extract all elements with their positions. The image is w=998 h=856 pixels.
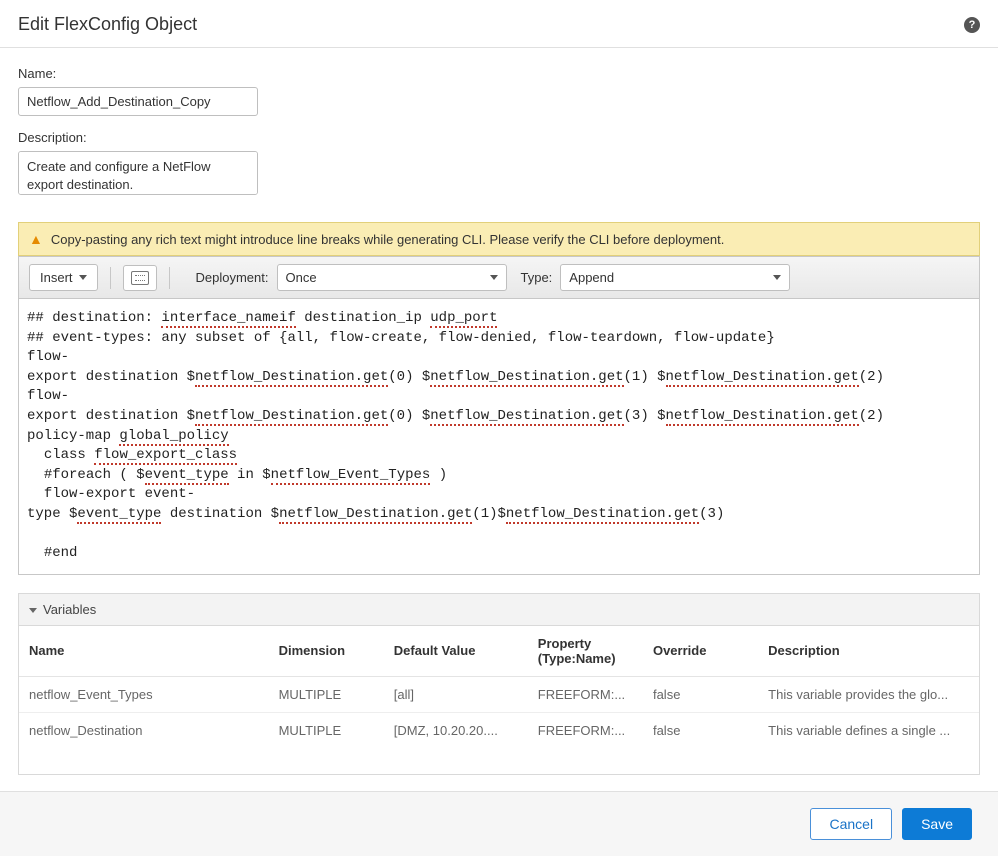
- warning-icon: ▲: [29, 231, 43, 247]
- cancel-button[interactable]: Cancel: [810, 808, 892, 840]
- save-button[interactable]: Save: [902, 808, 972, 840]
- modal-header: Edit FlexConfig Object ?: [0, 0, 998, 48]
- variables-label: Variables: [43, 602, 96, 617]
- warning-text: Copy-pasting any rich text might introdu…: [51, 232, 724, 247]
- editor: Insert Deployment: Once Type: Append ## …: [18, 256, 980, 575]
- modal-footer: Cancel Save: [0, 791, 998, 856]
- col-override[interactable]: Override: [643, 626, 758, 677]
- table-row[interactable]: netflow_Event_Types MULTIPLE [all] FREEF…: [19, 676, 979, 712]
- table-row[interactable]: netflow_Destination MULTIPLE [DMZ, 10.20…: [19, 712, 979, 748]
- variables-toggle[interactable]: Variables: [19, 594, 979, 626]
- warning-bar: ▲ Copy-pasting any rich text might intro…: [18, 222, 980, 256]
- col-name[interactable]: Name: [19, 626, 269, 677]
- variables-section: Variables Name Dimension Default Value P…: [18, 593, 980, 775]
- modal-body: Name: Description: Create and configure …: [0, 48, 998, 222]
- keyboard-button[interactable]: [123, 265, 157, 291]
- separator: [169, 267, 170, 289]
- type-value: Append: [569, 270, 614, 285]
- description-input[interactable]: Create and configure a NetFlow export de…: [18, 151, 258, 195]
- chevron-down-icon: [79, 275, 87, 280]
- type-label: Type:: [521, 270, 553, 285]
- deployment-select[interactable]: Once: [277, 264, 507, 291]
- keyboard-icon: [131, 271, 149, 285]
- col-dimension[interactable]: Dimension: [269, 626, 384, 677]
- name-label: Name:: [18, 66, 980, 81]
- chevron-down-icon: [773, 275, 781, 280]
- name-input[interactable]: [18, 87, 258, 116]
- help-icon[interactable]: ?: [964, 17, 980, 33]
- chevron-down-icon: [490, 275, 498, 280]
- col-property[interactable]: Property (Type:Name): [528, 626, 643, 677]
- editor-toolbar: Insert Deployment: Once Type: Append: [19, 256, 979, 299]
- insert-label: Insert: [40, 270, 73, 285]
- deployment-value: Once: [286, 270, 317, 285]
- chevron-down-icon: [29, 608, 37, 613]
- insert-button[interactable]: Insert: [29, 264, 98, 291]
- deployment-label: Deployment:: [196, 270, 269, 285]
- col-default[interactable]: Default Value: [384, 626, 528, 677]
- modal-title: Edit FlexConfig Object: [18, 14, 197, 35]
- variables-table: Name Dimension Default Value Property (T…: [19, 626, 979, 748]
- separator: [110, 267, 111, 289]
- description-label: Description:: [18, 130, 980, 145]
- code-editor[interactable]: ## destination: interface_nameif destina…: [19, 299, 979, 574]
- col-description[interactable]: Description: [758, 626, 979, 677]
- type-select[interactable]: Append: [560, 264, 790, 291]
